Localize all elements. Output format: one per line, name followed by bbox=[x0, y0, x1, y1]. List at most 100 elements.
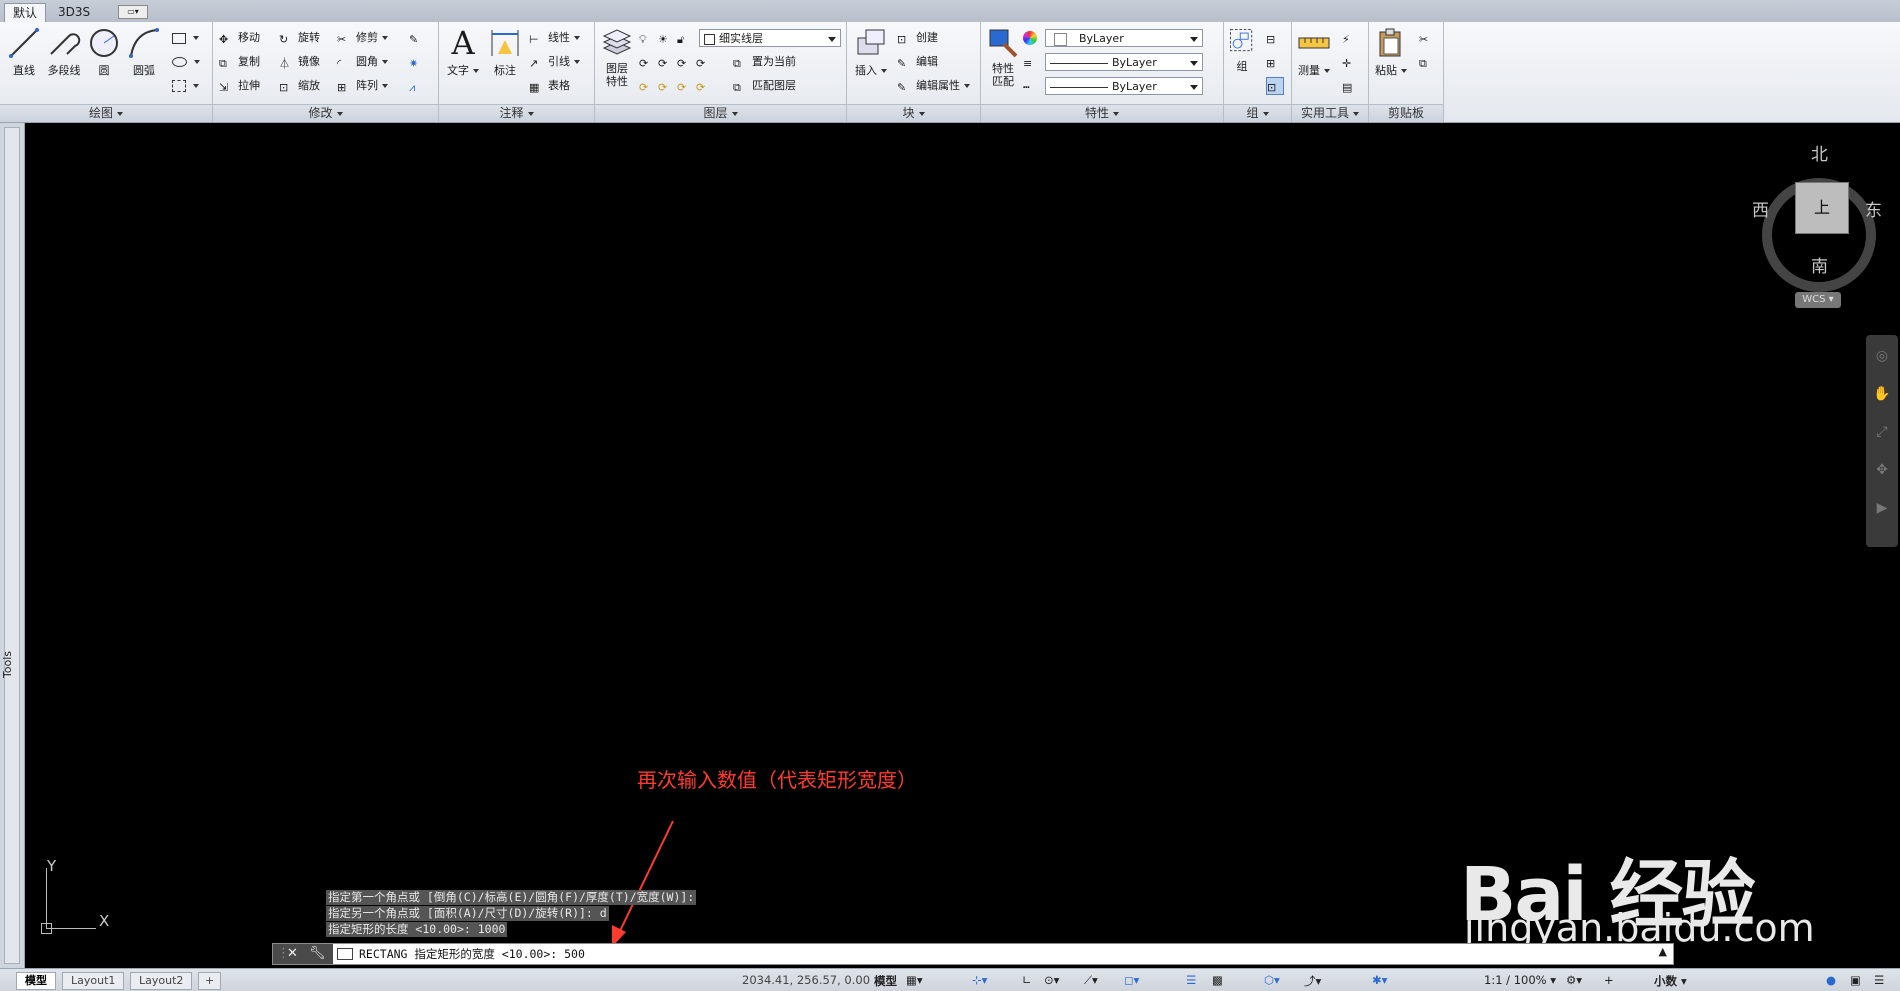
quick-select-button[interactable]: ⚡ bbox=[1342, 28, 1361, 48]
command-line-grip[interactable]: ⋮ ✕ 🔧︎ bbox=[273, 944, 333, 964]
close-icon[interactable]: ✕ bbox=[287, 946, 298, 961]
polyline-button[interactable]: 多段线 bbox=[42, 26, 86, 78]
measure-button[interactable]: 测量 bbox=[1292, 26, 1336, 78]
explode-button[interactable]: ✷ bbox=[409, 52, 428, 72]
lineweight-button[interactable]: ≡ bbox=[1023, 52, 1042, 72]
layer-properties-button[interactable]: 图层特性 bbox=[595, 26, 639, 88]
annotation-scale[interactable]: 1:1 / 100% ▾ bbox=[1484, 973, 1556, 987]
offset-button[interactable]: ⩘ bbox=[409, 76, 428, 96]
linetype-button[interactable]: ┅ bbox=[1023, 76, 1042, 96]
copy-clip-button[interactable]: ⧉ bbox=[1419, 52, 1438, 72]
isolate-objects-icon[interactable]: ● bbox=[1826, 973, 1836, 987]
group-select-button[interactable]: ⊡ bbox=[1266, 76, 1287, 96]
layer-tools-row2[interactable]: ⟳ ⟳ ⟳ ⟳ bbox=[639, 76, 715, 96]
isodraft-icon[interactable]: ⟋▾ bbox=[1084, 973, 1098, 988]
ungroup-button[interactable]: ⊟ bbox=[1266, 28, 1285, 48]
transparency-icon[interactable]: ▩ bbox=[1212, 973, 1223, 987]
zoom-extents-icon[interactable]: ⤢ bbox=[1871, 421, 1893, 443]
array-button[interactable]: ⊞ 阵列 bbox=[337, 76, 388, 96]
color-wheel-button[interactable] bbox=[1023, 28, 1040, 48]
dynamic-ucs-icon[interactable]: ⤴▾ bbox=[1304, 973, 1321, 989]
panel-annotate-title[interactable]: 注释 bbox=[439, 104, 594, 122]
lineweight-toggle-icon[interactable]: ☰ bbox=[1186, 973, 1196, 987]
hatch-button[interactable] bbox=[172, 76, 199, 96]
panel-layers-title[interactable]: 图层 bbox=[595, 104, 846, 122]
wrench-icon[interactable]: 🔧︎ bbox=[309, 946, 326, 961]
command-history-toggle-icon[interactable]: ▲ bbox=[1659, 945, 1667, 958]
selection-cycling-icon[interactable]: ⬡▾ bbox=[1264, 973, 1280, 987]
viewcube-top-face[interactable]: 上 bbox=[1795, 182, 1849, 234]
text-button[interactable]: A 文字 bbox=[441, 26, 485, 78]
fillet-button[interactable]: ◜ 圆角 bbox=[337, 52, 388, 72]
plus-icon[interactable]: + bbox=[1604, 973, 1614, 987]
add-layout-icon[interactable]: + bbox=[198, 972, 222, 990]
steering-wheel-icon[interactable]: ◎ bbox=[1871, 345, 1893, 367]
arc-button[interactable]: 圆弧 bbox=[122, 26, 166, 78]
tool-palette-strip[interactable]: Tools bbox=[0, 123, 25, 968]
tab-default[interactable]: 默认 bbox=[4, 3, 47, 22]
move-button[interactable]: ✥ 移动 bbox=[219, 28, 260, 48]
edit-block-button[interactable]: ✎ 编辑 bbox=[897, 52, 938, 72]
lineweight-dropdown[interactable]: ByLayer bbox=[1045, 53, 1203, 71]
copy-button[interactable]: ⧉ 复制 bbox=[219, 52, 260, 72]
layout-tab-layout2[interactable]: Layout2 bbox=[130, 972, 193, 990]
ellipse-button[interactable] bbox=[172, 52, 200, 72]
layer-state-icons[interactable]: 💡︎ ☀ 🔓︎ bbox=[639, 28, 696, 48]
rectangle-button[interactable] bbox=[172, 28, 199, 48]
dimension-button[interactable]: 标注 bbox=[483, 26, 527, 78]
match-properties-button[interactable]: 特性匹配 bbox=[981, 26, 1025, 88]
panel-clipboard-title[interactable]: 剪贴板 bbox=[1369, 104, 1443, 122]
layer-tools-row1[interactable]: ⟳ ⟳ ⟳ ⟳ bbox=[639, 52, 715, 72]
panel-utilities-title[interactable]: 实用工具 bbox=[1292, 104, 1368, 122]
tab-3d3s[interactable]: 3D3S bbox=[50, 3, 98, 21]
polar-icon[interactable]: ⊙▾ bbox=[1044, 973, 1059, 987]
calculator-button[interactable]: ▤ bbox=[1342, 76, 1361, 96]
panel-properties-title[interactable]: 特性 bbox=[981, 104, 1223, 122]
viewcube-south[interactable]: 南 bbox=[1811, 252, 1828, 277]
command-line[interactable]: ⋮ ✕ 🔧︎ RECTANG 指定矩形的宽度 <10.00>: 500 ▲ bbox=[272, 943, 1674, 965]
viewcube-north[interactable]: 北 bbox=[1811, 140, 1828, 165]
edit-attributes-button[interactable]: ✎ 编辑属性 bbox=[897, 76, 970, 96]
layer-dropdown[interactable]: 细实线层 bbox=[699, 29, 841, 47]
set-current-button[interactable]: ⧉ 置为当前 bbox=[733, 52, 796, 72]
table-button[interactable]: ▦ 表格 bbox=[529, 76, 570, 96]
hardware-acceleration-icon[interactable]: ▣ bbox=[1850, 973, 1861, 987]
panel-block-title[interactable]: 块 bbox=[847, 104, 980, 122]
snap-icon[interactable]: ⊹▾ bbox=[972, 973, 987, 987]
panel-group-title[interactable]: 组 bbox=[1224, 104, 1291, 122]
coordinate-readout[interactable]: 2034.41, 256.57, 0.00 bbox=[742, 973, 870, 987]
create-block-button[interactable]: ⊡ 创建 bbox=[897, 28, 938, 48]
orbit-icon[interactable]: ✥ bbox=[1871, 459, 1893, 481]
ortho-icon[interactable]: ∟ bbox=[1022, 973, 1032, 987]
rotate-button[interactable]: ↻ 旋转 bbox=[279, 28, 320, 48]
panel-draw-title[interactable]: 绘图 bbox=[0, 104, 212, 122]
linetype-dropdown[interactable]: ByLayer bbox=[1045, 77, 1203, 95]
insert-button[interactable]: 插入 bbox=[849, 26, 893, 78]
cut-button[interactable]: ✂ bbox=[1419, 28, 1438, 48]
group-edit-button[interactable]: ⊞ bbox=[1266, 52, 1285, 72]
match-layer-button[interactable]: ⧉ 匹配图层 bbox=[733, 76, 796, 96]
line-button[interactable]: 直线 bbox=[2, 26, 46, 78]
annotation-visibility-icon[interactable]: ✱▾ bbox=[1372, 973, 1387, 987]
command-prompt-icon[interactable] bbox=[337, 948, 353, 960]
tool-palette-bar[interactable] bbox=[4, 127, 20, 964]
point-button[interactable]: ✛ bbox=[1342, 52, 1361, 72]
layout-tab-model[interactable]: 模型 bbox=[16, 972, 56, 990]
grid-icon[interactable]: ▦▾ bbox=[906, 973, 923, 987]
linear-dim-button[interactable]: ⊢ 线性 bbox=[529, 28, 580, 48]
paste-button[interactable]: 粘贴 bbox=[1369, 26, 1413, 78]
layout-tab-layout1[interactable]: Layout1 bbox=[62, 972, 125, 990]
leader-button[interactable]: ↗ 引线 bbox=[529, 52, 580, 72]
viewcube-west[interactable]: 西 bbox=[1752, 196, 1769, 221]
group-button[interactable]: 组 bbox=[1224, 26, 1260, 74]
pan-icon[interactable]: ✋ bbox=[1871, 383, 1893, 405]
command-input[interactable]: RECTANG 指定矩形的宽度 <10.00>: 500 bbox=[359, 944, 585, 964]
scale-button[interactable]: ⊡ 缩放 bbox=[279, 76, 320, 96]
mirror-button[interactable]: ⏃ 镜像 bbox=[279, 52, 320, 72]
panel-modify-title[interactable]: 修改 bbox=[213, 104, 438, 122]
circle-button[interactable]: 圆 bbox=[82, 26, 126, 78]
trim-button[interactable]: ✂ 修剪 bbox=[337, 28, 388, 48]
workspace-gear-icon[interactable]: ⚙▾ bbox=[1566, 973, 1582, 987]
osnap-icon[interactable]: ◻▾ bbox=[1124, 973, 1139, 987]
wcs-menu[interactable]: WCS ▾ bbox=[1795, 292, 1841, 308]
